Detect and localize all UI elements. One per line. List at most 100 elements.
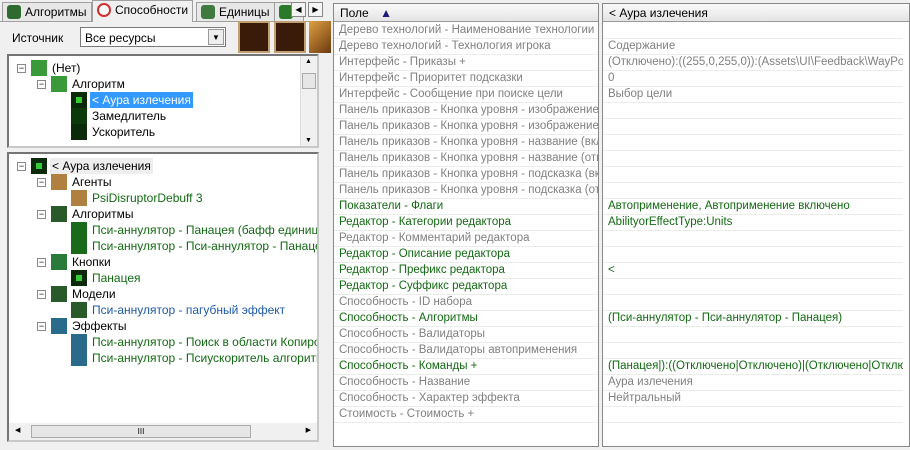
tree-item[interactable]: − Алгоритмы <box>9 206 317 222</box>
field-cell[interactable]: Способность - Валидаторы <box>334 327 598 343</box>
field-cell[interactable]: Интерфейс - Приказы + <box>334 55 598 71</box>
value-cell[interactable] <box>603 119 903 135</box>
field-cell[interactable]: Редактор - Комментарий редактора <box>334 231 598 247</box>
collapse-icon[interactable]: − <box>37 290 46 299</box>
tab-bar: Алгоритмы Способности Единицы ◀ ▶ <box>0 0 330 22</box>
value-cell[interactable] <box>603 23 903 39</box>
value-cell[interactable] <box>603 327 903 343</box>
value-cell[interactable]: Содержание <box>603 39 903 55</box>
scroll-up-icon[interactable]: ▲ <box>305 58 312 65</box>
tree-item[interactable]: − Эффекты <box>9 318 317 334</box>
field-cell[interactable]: Способность - Алгоритмы <box>334 311 598 327</box>
collapse-icon[interactable]: − <box>17 64 26 73</box>
tree-item[interactable]: Панацея <box>9 270 317 286</box>
scroll-thumb[interactable]: III <box>31 425 251 438</box>
field-cell[interactable]: Панель приказов - Кнопка уровня - назван… <box>334 135 598 151</box>
tab-scroll-right[interactable]: ▶ <box>308 2 323 17</box>
scroll-down-icon[interactable]: ▼ <box>305 137 312 144</box>
tree-item[interactable]: − (Нет) <box>9 60 317 76</box>
tab-behaviors[interactable]: Алгоритмы <box>2 2 92 21</box>
tree-item[interactable]: Замедлитель <box>9 108 317 124</box>
value-cell[interactable] <box>603 151 903 167</box>
collapse-icon[interactable]: − <box>37 80 46 89</box>
field-cell[interactable]: Панель приказов - Кнопка уровня - подска… <box>334 183 598 199</box>
value-cell[interactable] <box>603 167 903 183</box>
field-cell[interactable]: Способность - Команды + <box>334 359 598 375</box>
value-cell[interactable]: < <box>603 263 903 279</box>
tree-item[interactable]: − Кнопки <box>9 254 317 270</box>
value-cell[interactable] <box>603 103 903 119</box>
field-cell[interactable]: Панель приказов - Кнопка уровня - изобра… <box>334 103 598 119</box>
value-cell[interactable]: (Панацея|):((Отключено|Отключено)|(Отклю… <box>603 359 903 375</box>
top-tree-scrollbar[interactable]: ▲ ▼ <box>300 56 317 146</box>
value-cell[interactable]: Выбор цели <box>603 87 903 103</box>
field-cell[interactable]: Панель приказов - Кнопка уровня - назван… <box>334 151 598 167</box>
value-cell[interactable] <box>603 343 903 359</box>
value-cell[interactable] <box>603 231 903 247</box>
tree-item[interactable]: < Аура излечения <box>9 92 317 108</box>
scroll-right-icon[interactable]: ▶ <box>306 426 311 434</box>
field-cell[interactable]: Показатели - Флаги <box>334 199 598 215</box>
value-cell[interactable]: Аура излечения <box>603 375 903 391</box>
agent-view-button[interactable] <box>309 21 331 53</box>
source-select[interactable]: Все ресурсы ▼ <box>80 27 226 47</box>
tree-view-button[interactable] <box>238 21 270 53</box>
collapse-icon[interactable]: − <box>37 210 46 219</box>
tree-item[interactable]: Пси-аннулятор - Псиускоритель алгоритм К… <box>9 350 317 366</box>
unit-view-button[interactable] <box>274 21 306 53</box>
field-cell[interactable]: Интерфейс - Сообщение при поиске цели <box>334 87 598 103</box>
field-cell[interactable]: Дерево технологий - Наименование техноло… <box>334 23 598 39</box>
value-cell[interactable] <box>603 407 903 423</box>
sort-asc-icon: ▲ <box>380 6 392 20</box>
value-cell[interactable]: AbilityorEffectType:Units <box>603 215 903 231</box>
field-cell[interactable]: Панель приказов - Кнопка уровня - подска… <box>334 167 598 183</box>
tree-item[interactable]: Пси-аннулятор - Панацея (бафф единицы) <box>9 222 317 238</box>
field-cell[interactable]: Редактор - Категории редактора <box>334 215 598 231</box>
value-cell[interactable] <box>603 183 903 199</box>
field-cell[interactable]: Панель приказов - Кнопка уровня - изобра… <box>334 119 598 135</box>
scroll-thumb[interactable] <box>302 73 316 89</box>
field-cell[interactable]: Способность - Валидаторы автоприменения <box>334 343 598 359</box>
bottom-tree-hscrollbar[interactable]: ◀ III ▶ <box>9 423 317 440</box>
value-cell[interactable] <box>603 279 903 295</box>
tree-item[interactable]: − < Аура излечения <box>9 158 317 174</box>
chevron-down-icon[interactable]: ▼ <box>208 29 224 45</box>
value-cell[interactable]: (Отключено):((255,0,255,0)):(Assets\UI\F… <box>603 55 903 71</box>
value-cell[interactable]: Автоприменение, Автоприменение включено <box>603 199 903 215</box>
tab-abilities[interactable]: Способности <box>92 0 194 22</box>
tree-item[interactable]: PsiDisruptorDebuff 3 <box>9 190 317 206</box>
tree-item[interactable]: Пси-аннулятор - пагубный эффект <box>9 302 317 318</box>
field-header[interactable]: Поле ▲ <box>334 4 598 22</box>
tree-item[interactable]: − Модели <box>9 286 317 302</box>
value-cell[interactable]: Нейтральный <box>603 391 903 407</box>
field-cell[interactable]: Стоимость - Стоимость + <box>334 407 598 423</box>
value-cell[interactable] <box>603 295 903 311</box>
value-header[interactable]: < Аура излечения <box>603 4 909 22</box>
collapse-icon[interactable]: − <box>37 322 46 331</box>
tab-units[interactable]: Единицы <box>196 2 275 21</box>
field-cell[interactable]: Способность - Характер эффекта <box>334 391 598 407</box>
scroll-left-icon[interactable]: ◀ <box>15 426 20 434</box>
bottom-tree: − < Аура излечения − Агенты PsiDisruptorDebu… <box>7 152 319 442</box>
collapse-icon[interactable]: − <box>37 178 46 187</box>
value-cell[interactable]: 0 <box>603 71 903 87</box>
field-cell[interactable]: Дерево технологий - Технология игрока <box>334 39 598 55</box>
collapse-icon[interactable]: − <box>17 162 26 171</box>
field-cell[interactable]: Редактор - Описание редактора <box>334 247 598 263</box>
field-cell[interactable]: Способность - Название <box>334 375 598 391</box>
value-cell[interactable]: (Пси-аннулятор - Пси-аннулятор - Панацея… <box>603 311 903 327</box>
tab-scroll-left[interactable]: ◀ <box>291 2 306 17</box>
tree-item[interactable]: − Агенты <box>9 174 317 190</box>
collapse-icon[interactable]: − <box>37 258 46 267</box>
field-cell[interactable]: Интерфейс - Приоритет подсказки <box>334 71 598 87</box>
tree-item[interactable]: − Алгоритм <box>9 76 317 92</box>
bolt-icon <box>71 124 87 140</box>
tree-item[interactable]: Пси-аннулятор - Пси-аннулятор - Панацея <box>9 238 317 254</box>
field-cell[interactable]: Редактор - Префикс редактора <box>334 263 598 279</box>
tree-item[interactable]: Ускоритель <box>9 124 317 140</box>
field-cell[interactable]: Редактор - Суффикс редактора <box>334 279 598 295</box>
tree-item[interactable]: Пси-аннулятор - Поиск в области Копирова… <box>9 334 317 350</box>
value-cell[interactable] <box>603 247 903 263</box>
field-cell[interactable]: Способность - ID набора <box>334 295 598 311</box>
value-cell[interactable] <box>603 135 903 151</box>
